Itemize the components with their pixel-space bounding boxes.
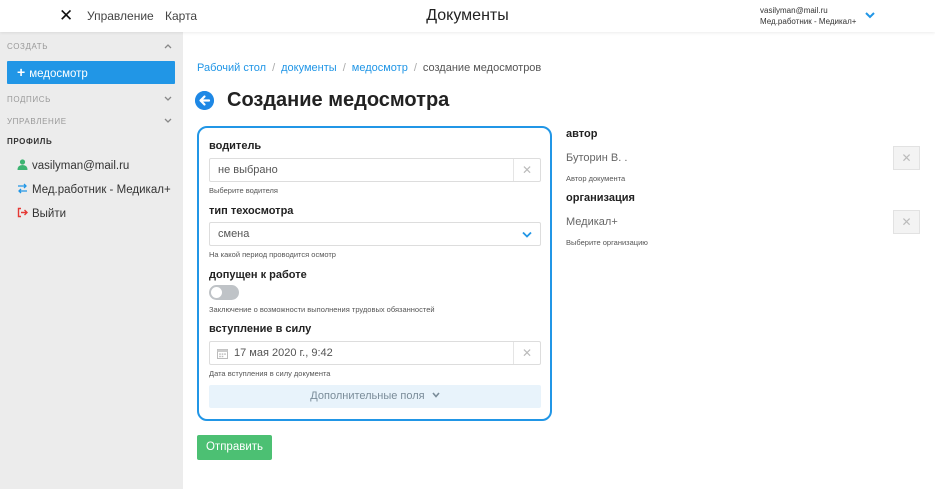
- logout-icon: [17, 207, 28, 218]
- sidebar-item-user[interactable]: vasilyman@mail.ru: [17, 159, 129, 173]
- user-email: vasilyman@mail.ru: [760, 6, 828, 15]
- sidebar-item-label: медосмотр: [29, 68, 88, 80]
- user-menu[interactable]: vasilyman@mail.ru Мед.работник - Медикал…: [760, 5, 856, 27]
- inspection-type-help: На какой период проводится осмотр: [209, 250, 336, 259]
- chevron-down-icon[interactable]: [164, 96, 172, 102]
- admitted-toggle[interactable]: [209, 285, 239, 300]
- sidebar-section-profile: ПРОФИЛЬ: [7, 137, 53, 146]
- admitted-help: Заключение о возможности выполнения труд…: [209, 305, 435, 314]
- effective-help: Дата вступления в силу документа: [209, 369, 331, 378]
- inspection-type-value: смена: [218, 228, 250, 240]
- user-icon: [17, 159, 28, 170]
- page-title: Создание медосмотра: [227, 89, 450, 111]
- chevron-down-icon[interactable]: [164, 118, 172, 124]
- chevron-down-icon: [432, 392, 440, 398]
- sidebar-section-create[interactable]: СОЗДАТЬ: [7, 42, 48, 51]
- chevron-up-icon[interactable]: [164, 43, 172, 49]
- extra-fields-toggle[interactable]: Дополнительные поля: [209, 385, 541, 408]
- effective-label: вступление в силу: [209, 323, 312, 335]
- breadcrumb: Рабочий стол / документы / медосмотр / создани…: [197, 62, 542, 74]
- clear-icon[interactable]: ✕: [513, 342, 540, 364]
- breadcrumb-desktop[interactable]: Рабочий стол: [197, 62, 266, 74]
- breadcrumb-documents[interactable]: документы: [281, 62, 337, 74]
- effective-date-input[interactable]: 17 мая 2020 г., 9:42 ✕: [209, 341, 541, 365]
- switch-icon: [18, 183, 27, 194]
- author-value: Буторин В. .: [566, 152, 628, 164]
- nav-manage-link[interactable]: Управление: [87, 9, 154, 23]
- extra-fields-label: Дополнительные поля: [310, 390, 425, 402]
- driver-value: не выбрано: [218, 164, 278, 176]
- plus-icon: +: [17, 64, 26, 80]
- form-card: водитель не выбрано ✕ Выберите водителя …: [197, 126, 552, 421]
- driver-help: Выберите водителя: [209, 186, 278, 195]
- chevron-down-icon[interactable]: [864, 10, 876, 20]
- admitted-label: допущен к работе: [209, 269, 307, 281]
- organization-value: Медикал+: [566, 216, 618, 228]
- breadcrumb-current: создание медосмотров: [422, 62, 542, 74]
- back-arrow-icon[interactable]: [195, 91, 214, 110]
- toggle-knob: [211, 287, 222, 298]
- organization-clear-button[interactable]: ✕: [893, 210, 920, 234]
- author-label: автор: [566, 128, 598, 140]
- driver-select[interactable]: не выбрано ✕: [209, 158, 541, 182]
- sidebar-section-sign[interactable]: ПОДПИСЬ: [7, 95, 51, 104]
- inspection-type-select[interactable]: смена: [209, 222, 541, 246]
- inspection-type-label: тип техосмотра: [209, 205, 294, 217]
- user-role: Мед.работник - Медикал+: [760, 17, 857, 26]
- chevron-down-icon[interactable]: [522, 231, 532, 238]
- sidebar-section-manage[interactable]: УПРАВЛЕНИЕ: [7, 117, 67, 126]
- submit-button[interactable]: Отправить: [197, 435, 272, 460]
- calendar-icon: [217, 349, 228, 359]
- effective-date-value: 17 мая 2020 г., 9:42: [234, 347, 333, 359]
- driver-label: водитель: [209, 140, 262, 152]
- organization-help: Выберите организацию: [566, 238, 648, 247]
- organization-label: организация: [566, 192, 635, 204]
- close-icon[interactable]: ✕: [59, 7, 73, 25]
- sidebar: СОЗДАТЬ + медосмотр ПОДПИСЬ УПРАВЛЕНИЕ ПР…: [0, 32, 183, 489]
- author-clear-button[interactable]: ✕: [893, 146, 920, 170]
- breadcrumb-medosmotr[interactable]: медосмотр: [352, 62, 408, 74]
- top-bar: ✕ Управление Карта Документы vasilyman@m…: [0, 0, 935, 32]
- sidebar-item-switch-role[interactable]: Мед.работник - Медикал+: [17, 183, 171, 197]
- author-help: Автор документа: [566, 174, 626, 183]
- sidebar-item-logout[interactable]: Выйти: [17, 207, 66, 221]
- clear-icon[interactable]: ✕: [513, 159, 540, 181]
- nav-map-link[interactable]: Карта: [165, 9, 197, 23]
- sidebar-item-medosmotr[interactable]: + медосмотр: [7, 61, 175, 84]
